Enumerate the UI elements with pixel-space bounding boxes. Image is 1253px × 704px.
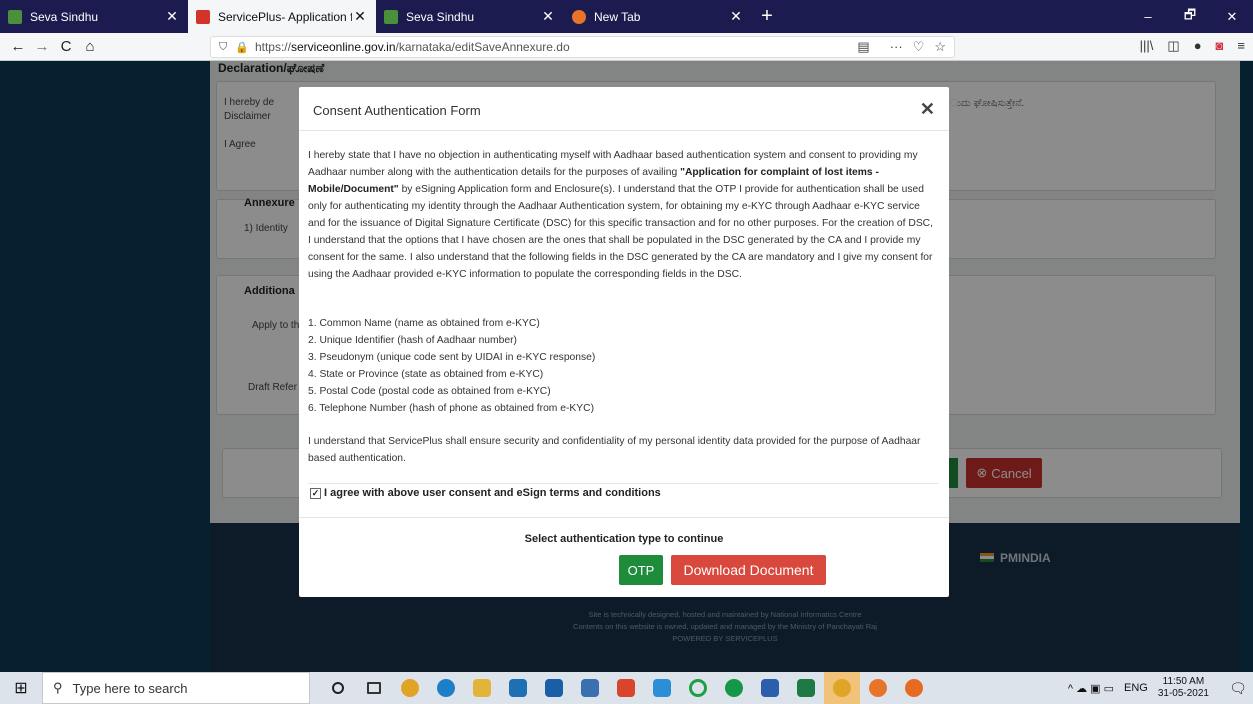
tab-new-tab[interactable]: New Tab ✕ [564, 0, 752, 33]
consent-agree-row[interactable]: ✓ I agree with above user consent and eS… [310, 487, 661, 499]
firefox-icon[interactable] [896, 672, 932, 704]
agree-checkbox[interactable]: ✓ [310, 487, 321, 499]
select-auth-type-label: Select authentication type to continue [524, 533, 724, 545]
dsc-field-list: 1. Common Name (name as obtained from e-… [308, 315, 938, 417]
tab-favicon-icon [572, 9, 586, 24]
tab-favicon-icon [196, 9, 210, 24]
tab-serviceplus[interactable]: ServicePlus- Application for co ✕ [188, 0, 376, 33]
list-item: 5. Postal Code (postal code as obtained … [308, 386, 551, 397]
office-icon[interactable] [608, 672, 644, 704]
browser-tab-bar: Seva Sindhu ✕ ServicePlus- Application f… [0, 0, 1253, 33]
system-tray: ^ ☁ ▣ ▭ ENG 11:50 AM 31-05-2021 🗨 [1068, 672, 1253, 704]
new-tab-button[interactable]: + [752, 0, 782, 33]
search-placeholder: Type here to search [72, 680, 188, 696]
paint-icon[interactable] [644, 672, 680, 704]
list-item: 4. State or Province (state as obtained … [308, 369, 544, 380]
security-assurance-text: I understand that ServicePlus shall ensu… [308, 436, 921, 464]
orange-app-icon[interactable] [860, 672, 896, 704]
task-view-icon[interactable] [356, 672, 392, 704]
notification-icon[interactable]: 🗨 [1223, 680, 1253, 697]
url-bar-icons: ▤ ··· ♡ ☆ [857, 39, 946, 55]
tab-close-icon[interactable]: ✕ [164, 8, 180, 25]
download-document-button[interactable]: Download Document [671, 555, 826, 585]
green-app-icon[interactable] [716, 672, 752, 704]
reader-view-icon[interactable]: ▤ [857, 39, 869, 55]
tab-favicon-icon [384, 9, 398, 24]
photos-icon[interactable] [572, 672, 608, 704]
consent-text: I hereby state that I have no objection … [308, 150, 933, 280]
store-icon[interactable] [536, 672, 572, 704]
home-icon[interactable]: ⌂ [78, 38, 102, 55]
chrome2-icon[interactable] [824, 672, 860, 704]
tab-seva-sindhu-1[interactable]: Seva Sindhu ✕ [0, 0, 188, 33]
back-icon[interactable]: ← [6, 38, 30, 55]
screen: Seva Sindhu ✕ ServicePlus- Application f… [0, 0, 1253, 704]
menu-icon[interactable]: ≡ [1237, 38, 1245, 54]
consent-modal: Consent Authentication Form ✕ I hereby s… [299, 87, 949, 597]
excel-icon[interactable] [788, 672, 824, 704]
clock-date: 31-05-2021 [1157, 688, 1209, 699]
search-icon: ⚲ [53, 680, 63, 695]
agree-label: I agree with above user consent and eSig… [324, 487, 661, 499]
divider [308, 483, 938, 484]
list-item: 6. Telephone Number (hash of phone as ob… [308, 403, 595, 414]
tab-close-icon[interactable]: ✕ [728, 8, 744, 25]
taskbar-clock[interactable]: 11:50 AM 31-05-2021 [1158, 676, 1209, 700]
modal-header: Consent Authentication Form ✕ [299, 87, 949, 131]
windows-taskbar: ⊞ ⚲ Type here to search ^ ☁ ▣ ▭ ENG 11:5… [0, 672, 1253, 704]
browser-toolbar: ← → C ⌂ ⛉ 🔒 https://serviceonline.gov.in… [0, 33, 1253, 61]
forward-icon[interactable]: → [30, 38, 54, 55]
file-explorer-icon[interactable] [464, 672, 500, 704]
lock-icon: 🔒 [235, 41, 249, 54]
browser-right-tools: |||\ ◫ ● ◙ ≡ [1140, 38, 1245, 54]
window-close-icon[interactable]: ✕ [1211, 0, 1253, 33]
tab-close-icon[interactable]: ✕ [540, 8, 556, 25]
taskbar-search-box[interactable]: ⚲ Type here to search [42, 672, 310, 704]
cortana-icon[interactable] [320, 672, 356, 704]
language-indicator[interactable]: ENG [1124, 682, 1148, 694]
tab-title: New Tab [594, 9, 641, 24]
mail-icon[interactable] [500, 672, 536, 704]
tab-title: ServicePlus- Application for co [218, 9, 352, 24]
reload-icon[interactable]: C [54, 38, 78, 55]
tab-seva-sindhu-2[interactable]: Seva Sindhu ✕ [376, 0, 564, 33]
pocket-toolbar-icon[interactable]: ◙ [1216, 38, 1224, 54]
windows-start-icon[interactable]: ⊞ [0, 672, 42, 704]
taskbar-app-icons [320, 672, 932, 704]
chrome-icon[interactable] [392, 672, 428, 704]
list-item: 2. Unique Identifier (hash of Aadhaar nu… [308, 335, 517, 346]
modal-title: Consent Authentication Form [313, 103, 481, 118]
tab-title: Seva Sindhu [406, 9, 475, 24]
tray-icons[interactable]: ^ ☁ ▣ ▭ [1068, 682, 1114, 695]
shield-icon: ⛉ [219, 40, 228, 53]
tab-close-icon[interactable]: ✕ [352, 8, 368, 25]
divider [299, 517, 949, 518]
tab-title: Seva Sindhu [30, 9, 99, 24]
bookmark-star-icon[interactable]: ☆ [934, 39, 946, 55]
list-item: 3. Pseudonym (unique code sent by UIDAI … [308, 352, 596, 363]
window-controls: – 🗗 ✕ [1127, 0, 1253, 33]
edge-icon[interactable] [428, 672, 464, 704]
sidebar-icon[interactable]: ◫ [1167, 38, 1179, 54]
url-bar[interactable]: ⛉ 🔒 https://serviceonline.gov.in/karnata… [210, 36, 955, 58]
pocket-icon[interactable]: ♡ [913, 39, 925, 55]
modal-close-icon[interactable]: ✕ [920, 99, 935, 120]
minimize-icon[interactable]: – [1127, 0, 1169, 33]
restore-icon[interactable]: 🗗 [1169, 0, 1211, 33]
clock-time: 11:50 AM [1162, 676, 1205, 687]
list-item: 1. Common Name (name as obtained from e-… [308, 318, 540, 329]
word-icon[interactable] [752, 672, 788, 704]
page-actions-icon[interactable]: ··· [890, 39, 903, 55]
circle-app-icon[interactable] [680, 672, 716, 704]
tab-favicon-icon [8, 9, 22, 24]
url-text: https://serviceonline.gov.in/karnataka/e… [254, 40, 570, 54]
library-icon[interactable]: |||\ [1140, 38, 1154, 54]
account-icon[interactable]: ● [1194, 38, 1202, 54]
otp-button[interactable]: OTP [619, 555, 663, 585]
